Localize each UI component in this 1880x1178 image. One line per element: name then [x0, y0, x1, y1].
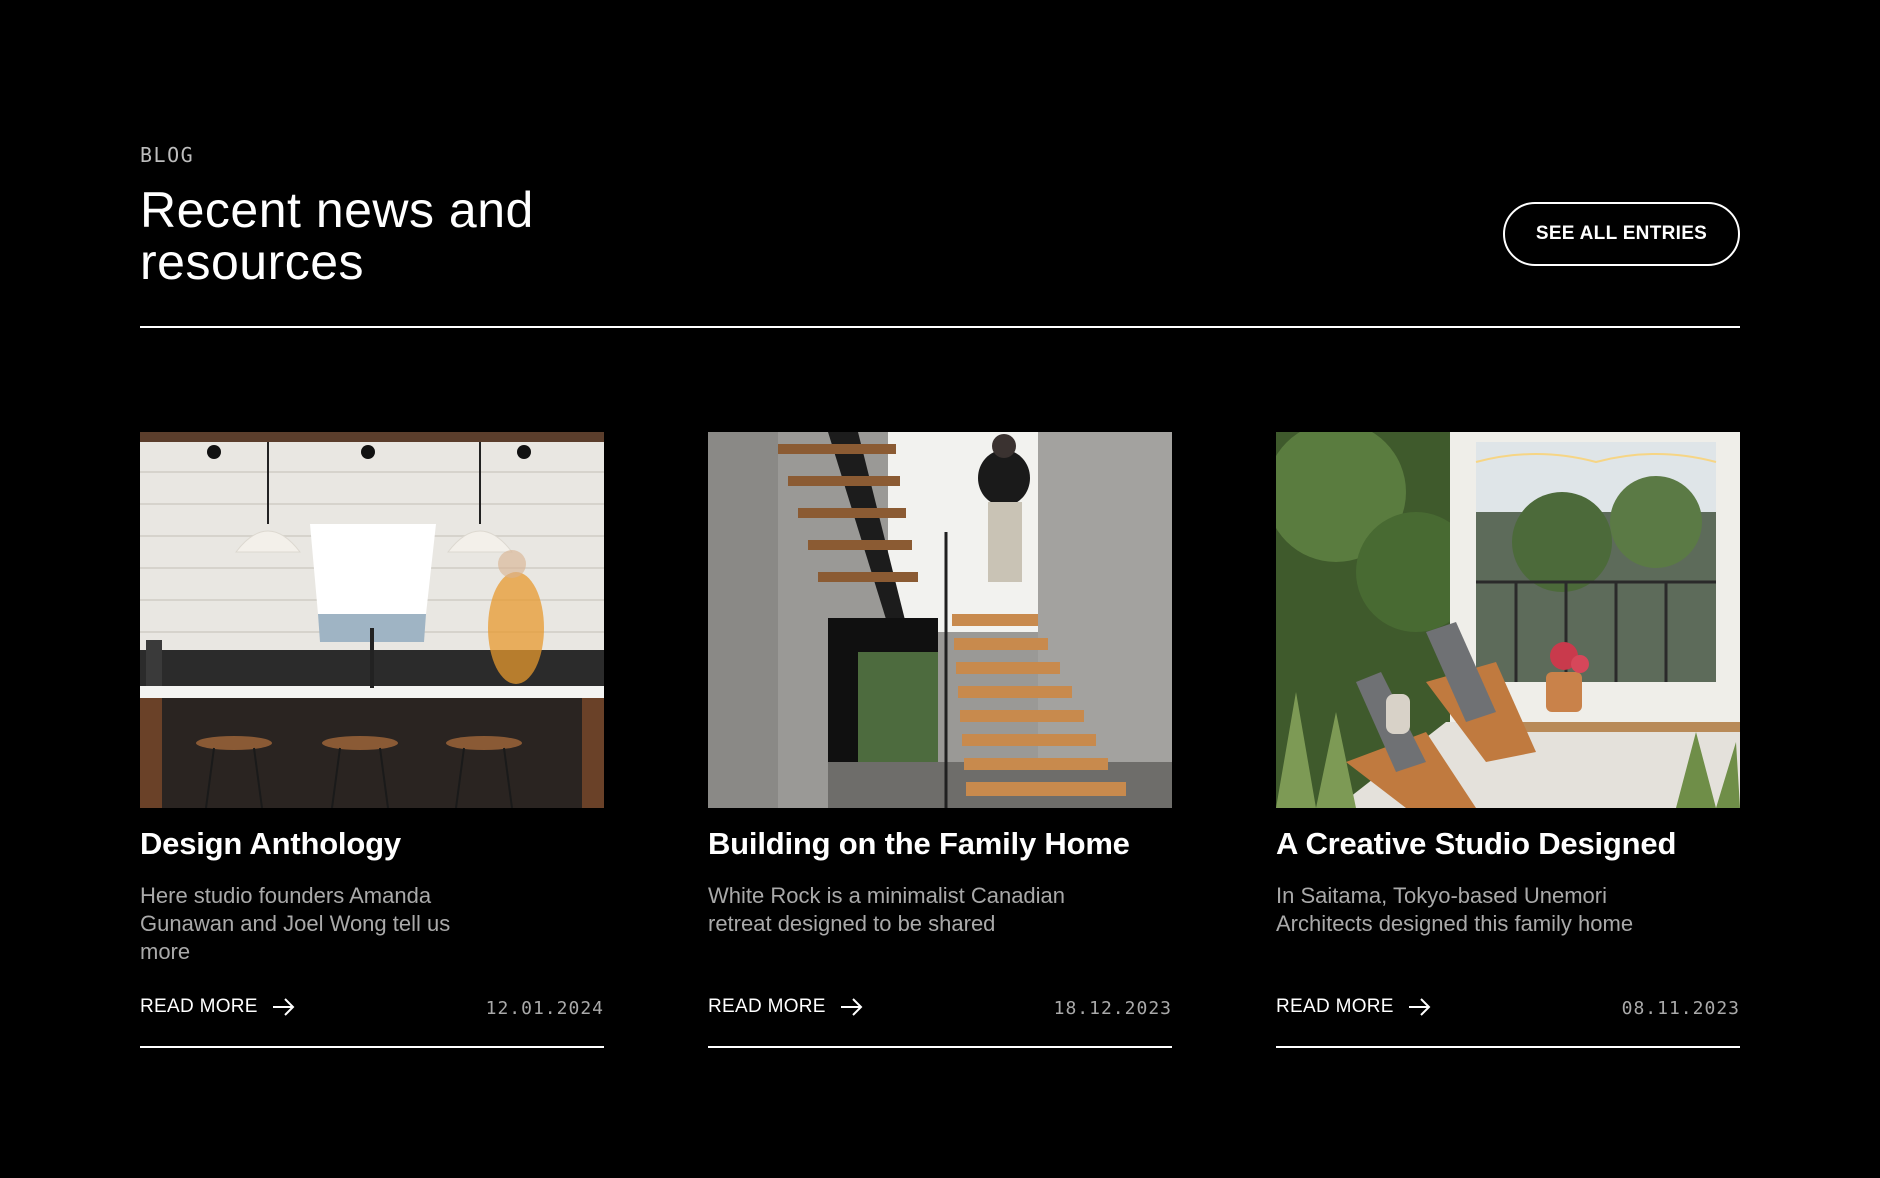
arrow-right-icon	[272, 998, 295, 1016]
card-title[interactable]: Building on the Family Home	[708, 826, 1130, 862]
card-footer: READ MORE 12.01.2024	[140, 996, 604, 1026]
section-title: Recent news and resources	[140, 182, 534, 290]
staircase-illustration	[708, 432, 1172, 808]
post-date: 18.12.2023	[1053, 998, 1172, 1019]
card-title[interactable]: A Creative Studio Designed	[1276, 826, 1676, 862]
post-date: 08.11.2023	[1621, 998, 1740, 1019]
card-excerpt: Here studio founders Amanda Gunawan and …	[140, 883, 451, 964]
staircase-photo[interactable]	[708, 432, 1172, 808]
blog-card: A Creative Studio Designed In Saitama, T…	[1276, 432, 1740, 1048]
card-footer: READ MORE 18.12.2023	[708, 996, 1172, 1026]
read-more-label: READ MORE	[1276, 996, 1394, 1017]
post-date: 12.01.2024	[485, 998, 604, 1019]
card-divider	[708, 1046, 1172, 1048]
kitchen-illustration	[140, 432, 604, 808]
blog-section: BLOG Recent news and resources SEE ALL E…	[140, 0, 1740, 1178]
card-divider	[1276, 1046, 1740, 1048]
read-more-link[interactable]: READ MORE	[708, 996, 864, 1018]
read-more-label: READ MORE	[140, 996, 258, 1017]
read-more-link[interactable]: READ MORE	[1276, 996, 1432, 1018]
section-eyebrow: BLOG	[140, 143, 195, 167]
card-excerpt: White Rock is a minimalist Canadian retr…	[708, 883, 1066, 936]
arrow-right-icon	[1408, 998, 1431, 1016]
card-divider	[140, 1046, 604, 1048]
read-more-link[interactable]: READ MORE	[140, 996, 296, 1018]
card-title[interactable]: Design Anthology	[140, 826, 401, 862]
kitchen-photo[interactable]	[140, 432, 604, 808]
blog-card: Building on the Family Home White Rock i…	[708, 432, 1172, 1048]
card-excerpt: In Saitama, Tokyo-based Unemori Architec…	[1276, 883, 1634, 936]
arrow-right-icon	[840, 998, 863, 1016]
porch-illustration	[1276, 432, 1740, 808]
header-divider	[140, 326, 1740, 328]
blog-card: Design Anthology Here studio founders Am…	[140, 432, 604, 1048]
read-more-label: READ MORE	[708, 996, 826, 1017]
see-all-entries-button[interactable]: SEE ALL ENTRIES	[1503, 202, 1740, 266]
porch-photo[interactable]	[1276, 432, 1740, 808]
card-footer: READ MORE 08.11.2023	[1276, 996, 1740, 1026]
